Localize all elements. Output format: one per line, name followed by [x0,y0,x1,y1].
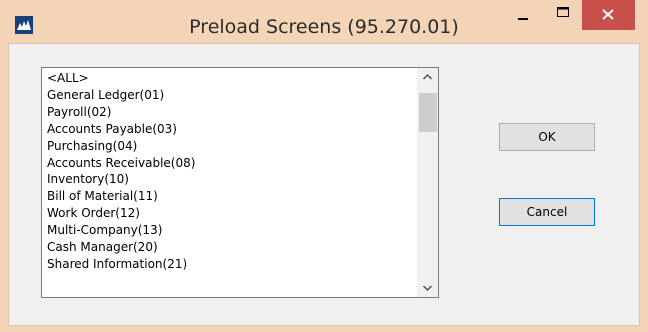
list-item[interactable]: Purchasing(04) [47,138,414,155]
list-item[interactable]: <ALL> [47,70,414,87]
module-list: <ALL> General Ledger(01) Payroll(02) Acc… [47,70,414,273]
list-item[interactable]: General Ledger(01) [47,87,414,104]
preload-screens-dialog: Preload Screens (95.270.01) <ALL> Genera… [0,0,648,332]
maximize-icon [557,7,569,17]
list-item[interactable]: Accounts Receivable(08) [47,155,414,172]
list-item[interactable]: Inventory(10) [47,171,414,188]
minimize-button[interactable] [510,2,536,30]
list-item[interactable]: Cash Manager(20) [47,239,414,256]
scroll-down-button[interactable] [417,280,438,297]
list-item[interactable]: Work Order(12) [47,205,414,222]
chevron-up-icon [422,73,433,80]
module-listbox[interactable]: <ALL> General Ledger(01) Payroll(02) Acc… [41,67,439,298]
dialog-body: <ALL> General Ledger(01) Payroll(02) Acc… [8,43,640,326]
scroll-thumb[interactable] [419,93,437,132]
maximize-button[interactable] [550,2,576,30]
ok-button[interactable]: OK [499,123,595,151]
list-item[interactable]: Accounts Payable(03) [47,121,414,138]
list-item[interactable]: Payroll(02) [47,104,414,121]
scroll-up-button[interactable] [417,68,438,85]
list-item[interactable]: Shared Information(21) [47,256,414,273]
close-button[interactable] [582,0,635,30]
cancel-button[interactable]: Cancel [499,198,595,226]
list-item[interactable]: Multi-Company(13) [47,222,414,239]
list-item[interactable]: Bill of Material(11) [47,188,414,205]
close-icon [602,9,614,20]
minimize-icon [518,18,528,20]
vertical-scrollbar[interactable] [417,68,438,297]
chevron-down-icon [422,285,433,292]
